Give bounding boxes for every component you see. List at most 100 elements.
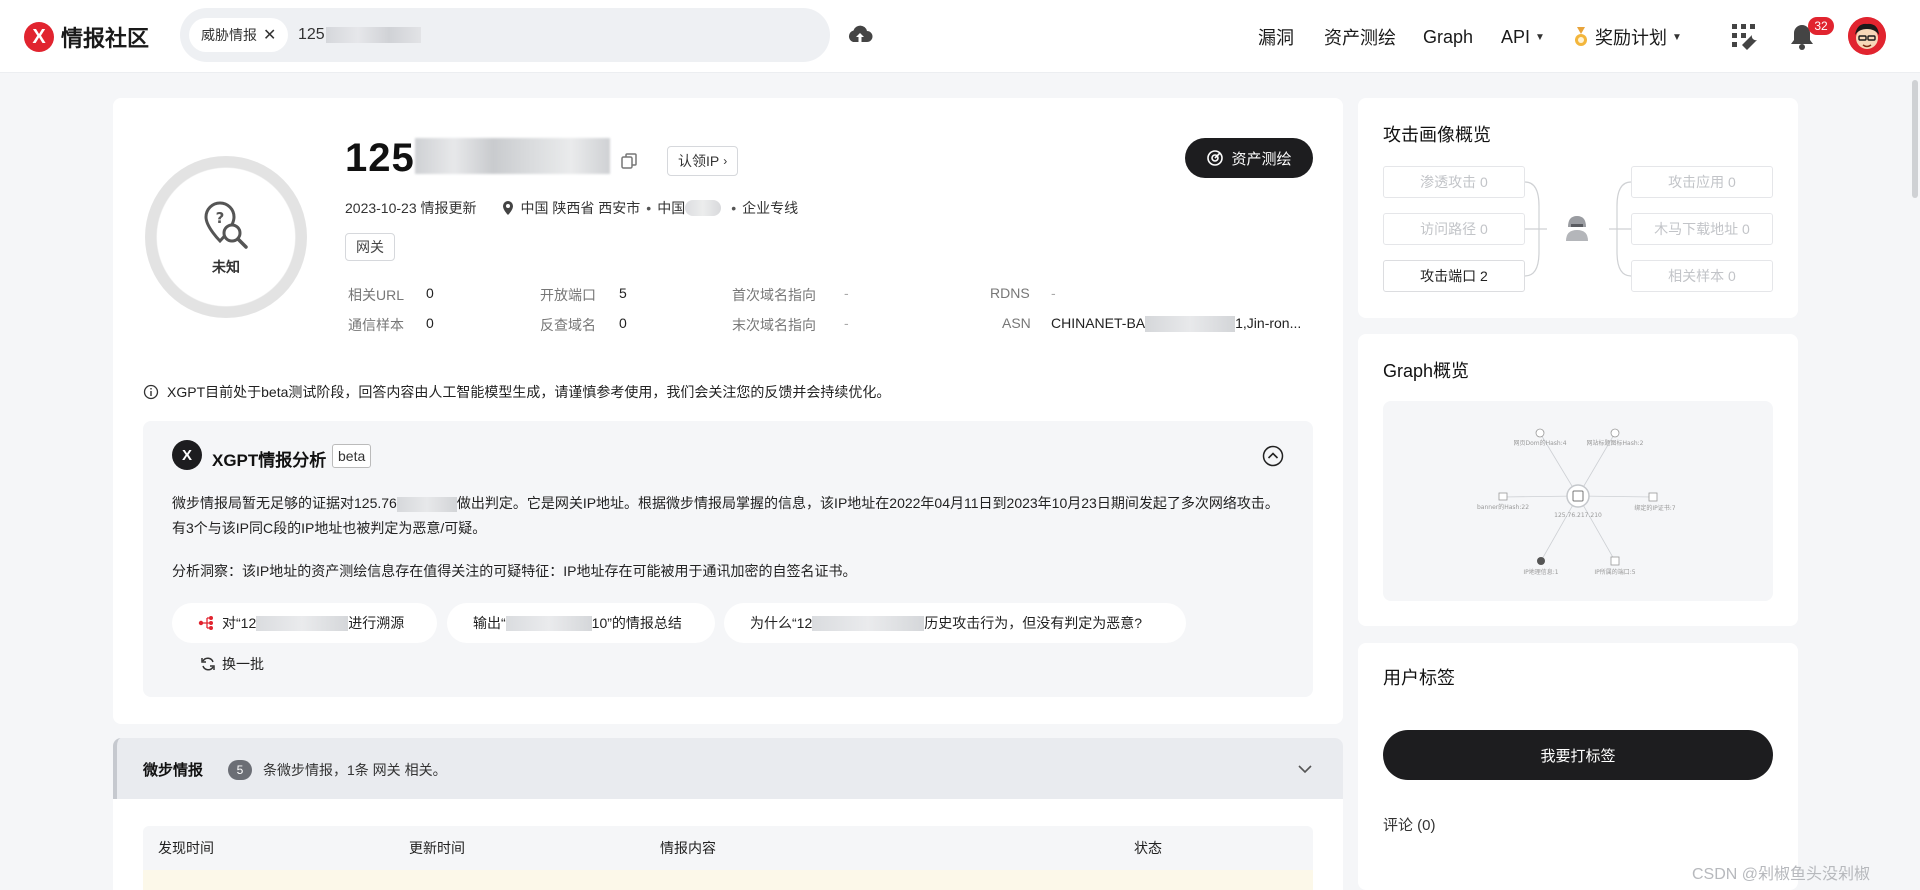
intel-summary: 条微步情报，1条 网关 相关。 xyxy=(263,762,447,778)
stat-key: 反查域名 xyxy=(540,317,596,333)
beta-notice: XGPT目前处于beta测试阶段，回答内容由人工智能模型生成，请谨慎参考使用，我… xyxy=(143,382,890,402)
nav-vuln[interactable]: 漏洞 xyxy=(1258,24,1294,50)
isp-text: 中国 xyxy=(657,200,686,216)
stat-value: - xyxy=(844,315,849,331)
asset-mapping-button[interactable]: 资产测绘 xyxy=(1185,138,1313,178)
copy-icon[interactable] xyxy=(620,152,638,170)
update-time: 2023-10-23 情报更新 xyxy=(345,200,477,216)
refresh-label: 换一批 xyxy=(222,656,264,672)
graph-node-label: banner的Hash:22 xyxy=(1477,503,1529,511)
stat-key: 相关URL xyxy=(348,287,405,303)
graph-node-label: IP所属的端口:5 xyxy=(1594,568,1635,576)
stat-open-ports: 开放端口 5 xyxy=(540,285,627,305)
search-type-chip[interactable]: 威胁情报 ✕ xyxy=(189,18,289,52)
logo-mark: X xyxy=(24,22,54,52)
graph-node-label: 网站标题图标Hash:2 xyxy=(1587,439,1644,447)
scrollbar-thumb[interactable] xyxy=(1912,80,1918,198)
graph-node xyxy=(1537,557,1545,565)
graph-network: 网页Dom的Hash:4 网站标题图标Hash:2 banner的Hash:22… xyxy=(1477,428,1676,576)
trace-tree-icon xyxy=(198,616,213,630)
redacted-isp xyxy=(685,200,722,216)
stat-value[interactable]: 5 xyxy=(619,285,627,305)
beta-badge: beta xyxy=(332,444,372,468)
suggestion-summary[interactable]: 输出“ 10”的情报总结 xyxy=(447,603,715,643)
verdict-text-a: 微步情报局暂无足够的证据对125.76 xyxy=(172,495,397,511)
suggestion-why-not-malicious[interactable]: 为什么“12 历史攻击行为，但没有判定为恶意? xyxy=(724,603,1186,643)
nav-graph[interactable]: Graph xyxy=(1423,24,1473,50)
xgpt-paragraph-verdict: 微步情报局暂无足够的证据对125.76 做出判定。它是网关IP地址。根据微步情报局… xyxy=(172,491,1287,541)
column-header-update-time[interactable]: 更新时间 xyxy=(409,838,465,858)
suggestion-text: 对“12 xyxy=(222,615,257,631)
column-header-content: 情报内容 xyxy=(660,840,716,856)
svg-text:?: ? xyxy=(216,209,225,227)
graph-node xyxy=(1648,492,1658,502)
column-header-found-time[interactable]: 发现时间 xyxy=(158,838,214,858)
graph-node xyxy=(1610,428,1620,438)
claim-ip-button[interactable]: 认领IP › xyxy=(667,146,739,176)
dot-separator: • xyxy=(646,200,652,216)
graph-overview-title: Graph概览 xyxy=(1383,361,1470,381)
attack-node-penetration: 渗透攻击 0 xyxy=(1383,166,1525,198)
nav-asset-mapping[interactable]: 资产测绘 xyxy=(1324,24,1396,50)
attack-node-ports[interactable]: 攻击端口 2 xyxy=(1383,260,1525,292)
asn-prefix: CHINANET-BA xyxy=(1051,315,1146,331)
chevron-down-icon[interactable] xyxy=(1295,759,1315,779)
stat-reverse-domain: 反查域名 0 xyxy=(540,315,627,335)
stat-value: - xyxy=(844,285,849,301)
hacker-icon xyxy=(1566,216,1588,241)
stat-related-url: 相关URL 0 xyxy=(348,285,434,305)
tools-grid-icon[interactable] xyxy=(1730,22,1760,52)
search-bar[interactable]: 威胁情报 ✕ xyxy=(180,8,830,62)
attack-profile-title: 攻击画像概览 xyxy=(1383,125,1491,145)
intel-title: 微步情报 xyxy=(143,762,204,779)
caret-down-icon: ▼ xyxy=(1535,31,1545,43)
refresh-suggestions-button[interactable]: 换一批 xyxy=(200,654,264,674)
comments-link[interactable]: 评论 (0) xyxy=(1383,814,1436,835)
user-tags-title: 用户标签 xyxy=(1383,668,1455,688)
nav-award[interactable]: 奖励计划 ▼ xyxy=(1573,24,1682,50)
stat-rdns: RDNS - xyxy=(990,285,1056,301)
redacted-ip xyxy=(415,138,610,174)
graph-node-label: 绑定的IP证书:7 xyxy=(1634,504,1675,512)
avatar-illustration-icon xyxy=(1848,17,1886,55)
graph-center-node xyxy=(1566,484,1590,508)
table-row[interactable] xyxy=(143,870,1313,890)
graph-canvas[interactable]: 网页Dom的Hash:4 网站标题图标Hash:2 banner的Hash:22… xyxy=(1383,401,1773,601)
location-text: 中国 陕西省 西安市 xyxy=(520,200,641,216)
claim-ip-label: 认领IP xyxy=(678,153,720,169)
nav-award-label: 奖励计划 xyxy=(1595,28,1667,48)
watermark: CSDN @剁椒鱼头没剁椒 xyxy=(1692,866,1871,883)
column-header-status: 状态 xyxy=(1134,840,1162,856)
add-tag-button[interactable]: 我要打标签 xyxy=(1383,730,1773,780)
stat-value[interactable]: 0 xyxy=(619,315,627,335)
attack-node-apps: 攻击应用 0 xyxy=(1631,166,1773,198)
top-bar: X 情报社区 威胁情报 ✕ 漏洞 资产测绘 Graph API ▼ 奖励计划 ▼ xyxy=(0,0,1920,73)
location-pin-icon xyxy=(502,201,513,215)
info-icon xyxy=(143,384,159,400)
graph-node xyxy=(1610,556,1620,566)
stat-value[interactable]: 0 xyxy=(426,315,434,335)
line-type: 企业专线 xyxy=(742,200,799,216)
medal-icon xyxy=(1575,27,1587,46)
redacted-ip-inline xyxy=(256,615,349,631)
verdict-label: 未知 xyxy=(212,259,240,275)
stat-value[interactable]: CHINANET-BA 1,Jin-ron... xyxy=(1051,315,1301,333)
notification-badge: 32 xyxy=(1808,17,1834,35)
avatar[interactable] xyxy=(1848,17,1886,55)
stat-value[interactable]: 0 xyxy=(426,285,434,305)
graph-node xyxy=(1498,492,1508,501)
brand-logo[interactable]: X 情报社区 xyxy=(24,22,149,52)
cloud-upload-icon[interactable] xyxy=(846,22,874,50)
nav-api[interactable]: API ▼ xyxy=(1501,24,1545,50)
attack-node-trojan-url: 木马下载地址 0 xyxy=(1631,213,1773,245)
xgpt-logo-icon: X xyxy=(172,440,202,470)
close-icon[interactable]: ✕ xyxy=(263,25,276,45)
chevron-up-circle-icon[interactable] xyxy=(1262,445,1284,467)
redacted-asn xyxy=(1145,316,1236,333)
stat-last-domain: 末次域名指向 - xyxy=(732,315,849,335)
ip-tag-gateway[interactable]: 网关 xyxy=(345,233,395,261)
suggestion-trace[interactable]: 对“12 进行溯源 xyxy=(172,603,437,643)
beta-notice-text: XGPT目前处于beta测试阶段，回答内容由人工智能模型生成，请谨慎参考使用，我… xyxy=(167,384,891,400)
radar-icon xyxy=(1207,150,1224,166)
stat-key: ASN xyxy=(1002,315,1031,331)
